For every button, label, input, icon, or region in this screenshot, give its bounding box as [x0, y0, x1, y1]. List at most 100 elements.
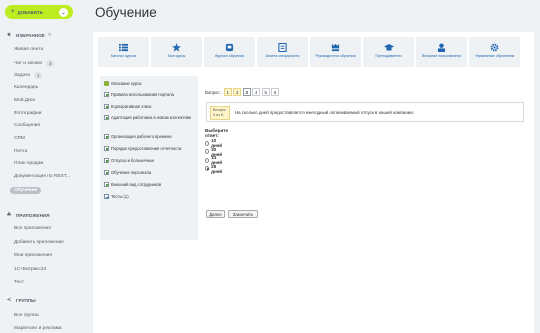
- course-menu-item[interactable]: Внешний вид сотрудников: [104, 182, 196, 187]
- sidebar-item-тест[interactable]: Тест: [14, 280, 24, 285]
- course-menu-label: Адаптация работника в новом коллективе: [111, 115, 192, 120]
- lesson-doc-icon: [104, 182, 109, 187]
- sidebar-item-фотографии[interactable]: Фотографии: [14, 111, 41, 116]
- favorites-header[interactable]: ★ ИЗБРАННОЕ ⚙: [6, 32, 52, 38]
- groups-header[interactable]: ≺ ГРУППЫ: [6, 297, 36, 303]
- sidebar-item-label: Живая лента: [14, 47, 44, 52]
- course-menu-label: Тесты (1): [111, 194, 129, 199]
- course-menu-item[interactable]: Порядок предоставления отчетности: [104, 146, 196, 151]
- sidebar-item-label: План продаж: [14, 161, 44, 167]
- finish-button[interactable]: Закончить: [228, 210, 258, 218]
- toolbar-button-label: Мои курсы: [167, 54, 186, 58]
- test-icon: [104, 194, 109, 199]
- toolbar-button-graduation-cap[interactable]: Преподаватели: [363, 37, 414, 67]
- toolbar-button-label: Анкета специалиста: [265, 54, 300, 58]
- toolbar-button-label: Руководители обучения: [315, 54, 356, 58]
- gear-icon: [490, 42, 500, 52]
- sidebar-item-маркетинг-и-реклама[interactable]: Маркетинг и реклама: [14, 326, 62, 331]
- radio-button[interactable]: [205, 140, 210, 146]
- course-menu-item[interactable]: Тесты (1): [104, 194, 196, 199]
- sidebar-item-документация-по-rest[interactable]: Документация по REST...: [14, 174, 70, 179]
- lesson-doc-icon: [104, 134, 109, 139]
- sidebar-item-обучение[interactable]: Обучение: [10, 186, 42, 194]
- sidebar-item-чат-и-звонки[interactable]: Чат и звонки 2: [14, 59, 55, 67]
- sidebar-item-сообщения[interactable]: Сообщения: [14, 123, 40, 128]
- toolbar-button-label: Управление обучением: [474, 54, 515, 58]
- groups-header-label: ГРУППЫ: [16, 297, 36, 303]
- question-number-link[interactable]: 1: [223, 88, 232, 96]
- toolbar-button-label: Журнал обучения: [214, 54, 245, 58]
- sidebar-item-label: Задачи: [14, 73, 31, 79]
- sidebar-item-календарь[interactable]: Календарь: [14, 85, 38, 90]
- learning-toolbar: Каталог курсов Мои курсы Журнал обучения Ан…: [98, 37, 520, 67]
- course-menu-item[interactable]: Правила использования портала: [104, 92, 196, 97]
- course-menu-label: Корпоративная этика: [111, 104, 152, 109]
- sidebar-item-добавить-приложение[interactable]: Добавить приложение: [14, 240, 64, 245]
- sidebar-item-label: Календарь: [14, 85, 39, 91]
- sidebar-item-задачи[interactable]: Задачи 1: [14, 72, 43, 80]
- sidebar-item-crm[interactable]: CRM: [14, 136, 25, 141]
- lesson-doc-icon: [104, 170, 109, 175]
- star-icon: [172, 42, 182, 52]
- lesson-doc-icon: [104, 104, 109, 109]
- form-icon: [278, 42, 288, 52]
- radio-button[interactable]: [205, 157, 210, 163]
- course-menu-label: Внешний вид сотрудников: [111, 182, 162, 187]
- sidebar-item-все-приложения[interactable]: Все приложения: [14, 226, 51, 231]
- sidebar-item-план-продаж[interactable]: План продаж: [14, 161, 43, 166]
- chevron-down-icon[interactable]: ⌄: [59, 8, 68, 17]
- toolbar-button-list[interactable]: Каталог курсов: [98, 37, 149, 67]
- apps-header[interactable]: ☘ ПРИЛОЖЕНИЯ: [6, 212, 50, 218]
- course-menu-item[interactable]: Описание курса: [104, 81, 196, 86]
- user-icon: [437, 42, 447, 52]
- radio-button[interactable]: [205, 166, 210, 172]
- question-number-link[interactable]: 5: [261, 88, 270, 96]
- course-menu-item[interactable]: Корпоративная этика: [104, 104, 196, 109]
- question-number-link[interactable]: 3: [242, 88, 251, 96]
- sidebar-item-label: CRM: [14, 135, 25, 141]
- next-button[interactable]: Далее: [206, 210, 225, 218]
- toolbar-button-form[interactable]: Анкета специалиста: [257, 37, 308, 67]
- course-menu-label: Описание курса: [111, 81, 142, 86]
- apps-icon: ☘: [6, 212, 12, 218]
- course-menu-item[interactable]: Организация рабочего времени: [104, 134, 196, 139]
- gear-icon[interactable]: ⚙: [48, 32, 52, 38]
- answer-option[interactable]: 28 дней: [205, 164, 223, 174]
- question-number-link[interactable]: 2: [233, 88, 242, 96]
- question-number-link[interactable]: 4: [252, 88, 261, 96]
- question-nav-label: Вопрос:: [205, 89, 221, 95]
- sidebar-item-мой-диск[interactable]: Мой Диск: [14, 98, 35, 103]
- toolbar-button-leaders[interactable]: Руководители обучения: [310, 37, 361, 67]
- lesson-doc-icon: [104, 115, 109, 120]
- sidebar-item-label: Обучение: [14, 187, 38, 193]
- sidebar-item-label: Маркетинг и реклама: [14, 326, 62, 331]
- journal-icon: [225, 42, 235, 52]
- lesson-doc-icon: [104, 158, 109, 163]
- radio-button[interactable]: [205, 149, 210, 155]
- toolbar-button-user[interactable]: Внешние пользователи: [416, 37, 467, 67]
- course-menu-label: Организация рабочего времени: [111, 134, 172, 139]
- toolbar-button-star[interactable]: Мои курсы: [151, 37, 202, 67]
- page-title: Обучение: [95, 5, 157, 20]
- sidebar-item-1с-битрикс24[interactable]: 1С+Битрикс24: [14, 267, 46, 272]
- sidebar-item-живая-лента[interactable]: Живая лента: [14, 47, 43, 52]
- star-icon: ★: [6, 32, 12, 38]
- sidebar-item-почта[interactable]: Почта: [14, 149, 27, 154]
- apps-header-label: ПРИЛОЖЕНИЯ: [16, 212, 50, 218]
- add-button[interactable]: + ДОБАВИТЬ ⌄: [5, 5, 73, 19]
- sidebar-item-все-группы[interactable]: Все группы: [14, 313, 39, 318]
- sidebar-item-label: Чат и звонки: [14, 60, 43, 66]
- toolbar-button-journal[interactable]: Журнал обучения: [204, 37, 255, 67]
- toolbar-button-gear[interactable]: Управление обучением: [469, 37, 520, 67]
- course-menu-item[interactable]: Адаптация работника в новом коллективе: [104, 115, 196, 120]
- plus-icon: +: [11, 9, 15, 15]
- course-menu-item[interactable]: Обучение персонала: [104, 170, 196, 175]
- question-number-link[interactable]: 6: [271, 88, 280, 96]
- left-sidebar: + ДОБАВИТЬ ⌄ ★ ИЗБРАННОЕ ⚙ Живая лента Ча…: [0, 0, 88, 333]
- question-navigation: Вопрос: 123456: [205, 88, 281, 96]
- course-menu-item[interactable]: Отпуска и больничные: [104, 158, 196, 163]
- course-menu: Описание курса Правила использования порт…: [100, 76, 198, 240]
- sidebar-item-мои-приложения[interactable]: Мои приложения: [14, 253, 52, 258]
- question-counter-value: 3 из 6: [213, 113, 224, 117]
- course-book-icon: [104, 81, 109, 86]
